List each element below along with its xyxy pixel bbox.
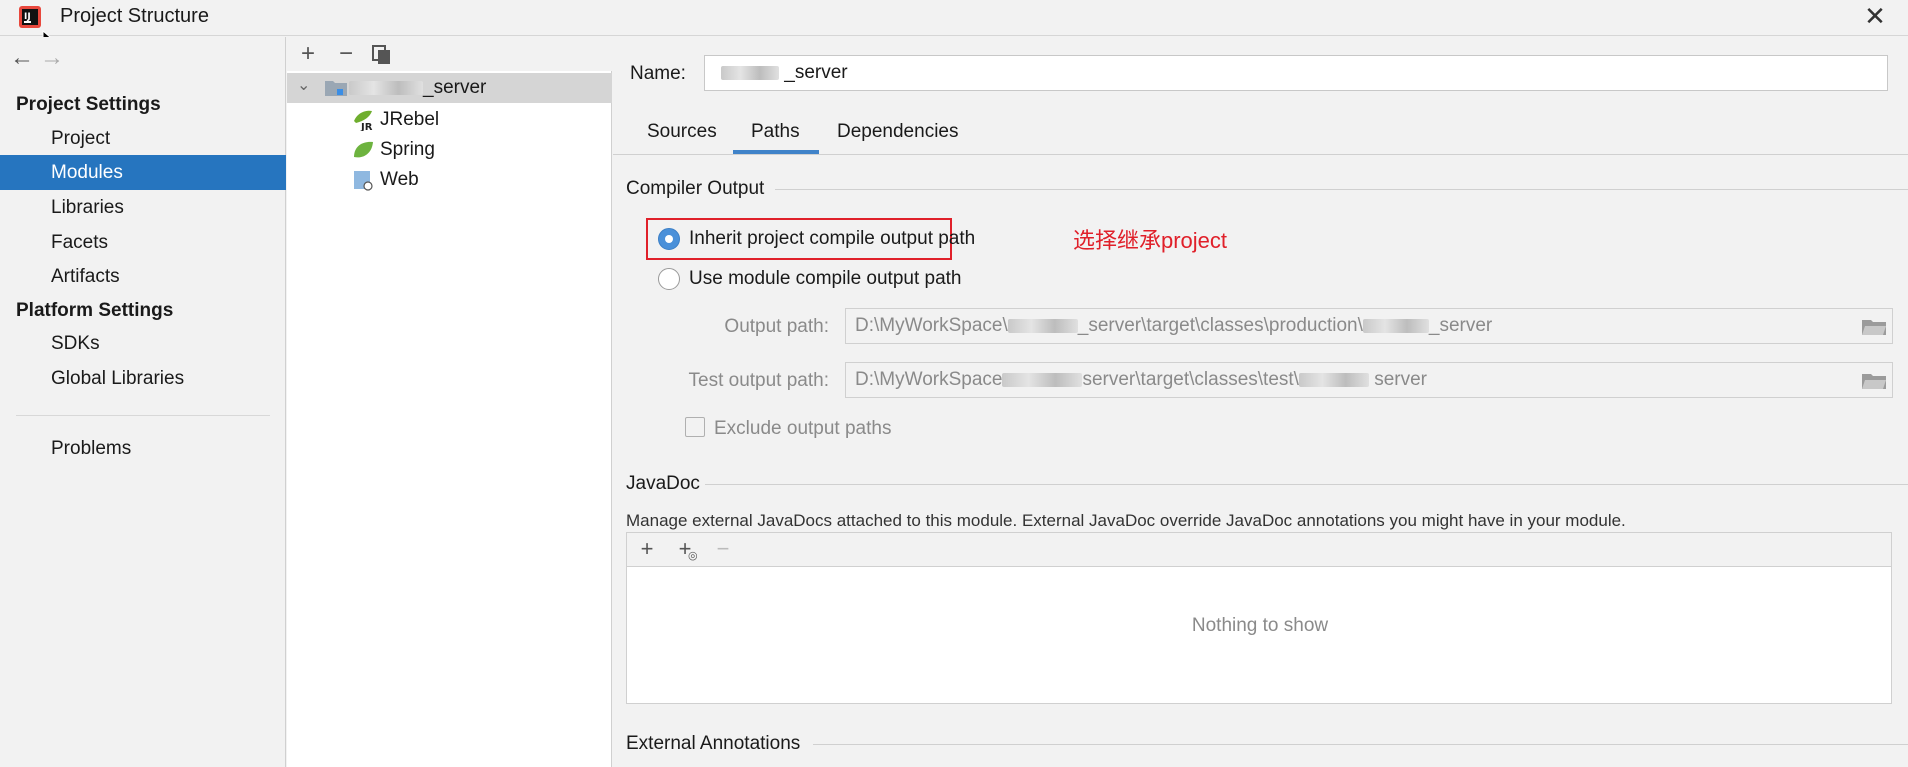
back-arrow-icon[interactable]: ← xyxy=(10,45,40,71)
annotation-note: 选择继承project xyxy=(1073,228,1228,253)
forward-arrow-icon[interactable]: → xyxy=(40,45,70,71)
tab-sources[interactable]: Sources xyxy=(647,121,717,143)
redacted-text xyxy=(1007,318,1078,333)
web-icon xyxy=(354,171,373,191)
project-settings-heading: Project Settings xyxy=(16,94,161,115)
root-module-name: _server xyxy=(349,77,486,99)
browse-folder-icon[interactable] xyxy=(1862,318,1886,335)
exclude-output-label[interactable]: Exclude output paths xyxy=(714,418,891,440)
javadoc-toolbar: + + ◎ − xyxy=(626,532,1892,566)
redacted-text xyxy=(349,80,423,95)
redacted-text xyxy=(1362,318,1429,333)
javadoc-title: JavaDoc xyxy=(626,473,700,494)
root-module-suffix: _server xyxy=(423,77,487,98)
output-path-suffix: _server xyxy=(1428,315,1493,336)
spring-leaf-icon xyxy=(354,141,373,158)
section-divider xyxy=(813,744,1908,745)
add-icon[interactable]: + xyxy=(295,41,321,67)
section-divider xyxy=(705,484,1908,485)
add-url-icon[interactable]: + ◎ xyxy=(671,535,699,563)
active-tab-indicator xyxy=(733,150,819,154)
nav-item-problems[interactable]: Problems xyxy=(0,431,286,466)
output-path-field: D:\MyWorkSpace\ _server\target\classes\pr… xyxy=(845,308,1893,344)
browse-folder-icon[interactable] xyxy=(1862,372,1886,389)
module-folder-icon xyxy=(325,81,347,96)
jrebel-icon: JR xyxy=(354,110,373,131)
add-icon[interactable]: + xyxy=(633,535,661,563)
tree-toolbar: + − xyxy=(287,37,612,71)
svg-text:IJ: IJ xyxy=(24,12,31,22)
module-name-suffix: _server xyxy=(784,62,848,83)
module-output-radio[interactable] xyxy=(658,268,680,290)
module-settings-pane: Name: _server Sources Paths Dependencies… xyxy=(613,37,1908,767)
javadoc-description: Manage external JavaDocs attached to thi… xyxy=(626,511,1626,530)
module-name-field[interactable]: _server xyxy=(704,55,1888,91)
section-divider xyxy=(775,189,1908,190)
tree-item-jrebel[interactable]: JRebel xyxy=(380,109,439,131)
nav-item-modules[interactable]: Modules xyxy=(0,155,286,190)
nav-divider xyxy=(16,415,270,416)
test-output-path-suffix: server xyxy=(1374,369,1428,390)
redacted-text xyxy=(1002,372,1083,387)
settings-nav: ← → Project Settings Project Modules Libr… xyxy=(0,37,286,767)
tree-item-spring[interactable]: Spring xyxy=(380,139,435,161)
svg-text:JR: JR xyxy=(360,122,373,131)
copy-icon[interactable] xyxy=(371,44,393,66)
inherit-output-label[interactable]: Inherit project compile output path xyxy=(689,228,975,250)
test-output-path-middle: server\target\classes\test\ xyxy=(1082,369,1299,390)
empty-state-text: Nothing to show xyxy=(1191,615,1329,636)
module-output-label[interactable]: Use module compile output path xyxy=(689,268,962,290)
nav-item-project[interactable]: Project xyxy=(0,121,286,156)
intellij-app-icon: IJ xyxy=(19,6,41,28)
external-annotations-title: External Annotations xyxy=(626,733,801,754)
nav-item-global-libraries[interactable]: Global Libraries xyxy=(0,361,286,396)
remove-icon[interactable]: − xyxy=(333,41,359,67)
output-path-label: Output path: xyxy=(724,316,829,337)
nav-item-libraries[interactable]: Libraries xyxy=(0,190,286,225)
name-label: Name: xyxy=(630,63,686,84)
javadoc-list[interactable]: Nothing to show xyxy=(626,566,1892,704)
nav-item-facets[interactable]: Facets xyxy=(0,225,286,260)
test-output-path-prefix: D:\MyWorkSpace xyxy=(855,369,1003,390)
exclude-output-checkbox[interactable] xyxy=(685,417,705,437)
output-path-prefix: D:\MyWorkSpace\ xyxy=(855,315,1008,336)
remove-icon[interactable]: − xyxy=(709,535,737,563)
nav-item-artifacts[interactable]: Artifacts xyxy=(0,259,286,294)
redacted-text xyxy=(721,65,779,80)
module-tabs: Sources Paths Dependencies xyxy=(613,109,1908,155)
tab-dependencies[interactable]: Dependencies xyxy=(837,121,958,143)
tree-root-module[interactable]: ⌄ _server xyxy=(287,73,612,103)
module-tree-pane: + − ⌄ _server xyxy=(287,37,612,767)
close-icon[interactable]: ✕ xyxy=(1858,0,1892,34)
output-path-middle: _server\target\classes\production\ xyxy=(1077,315,1363,336)
tab-paths[interactable]: Paths xyxy=(751,121,800,143)
test-output-path-field: D:\MyWorkSpace server\target\classes\test… xyxy=(845,362,1893,398)
nav-item-sdks[interactable]: SDKs xyxy=(0,326,286,361)
tree-item-web[interactable]: Web xyxy=(380,169,419,191)
redacted-text xyxy=(1298,372,1369,387)
platform-settings-heading: Platform Settings xyxy=(16,300,174,321)
nav-history: ← → xyxy=(10,45,80,71)
test-output-path-label: Test output path: xyxy=(688,370,830,391)
window-title: Project Structure xyxy=(60,5,209,27)
title-bar: IJ Project Structure ✕ xyxy=(0,0,1908,36)
chevron-down-icon[interactable]: ⌄ xyxy=(297,75,310,95)
inherit-output-radio[interactable] xyxy=(658,228,680,250)
compiler-output-title: Compiler Output xyxy=(626,178,765,199)
